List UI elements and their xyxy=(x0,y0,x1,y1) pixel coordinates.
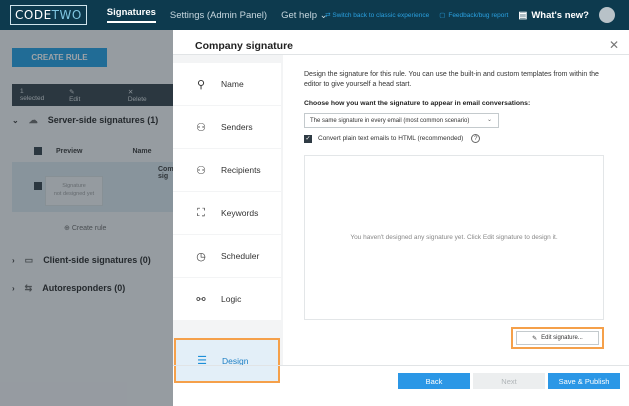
news-icon: ▤ xyxy=(518,9,528,21)
convert-html-row: ✓ Convert plain text emails to HTML (rec… xyxy=(304,134,481,143)
step-logic-label: Logic xyxy=(221,294,242,304)
feedback-icon: ▢ xyxy=(439,12,446,19)
design-description: Design the signature for this rule. You … xyxy=(304,71,599,88)
next-button[interactable]: Next xyxy=(473,373,545,389)
step-name-label: Name xyxy=(221,79,244,89)
whats-new-button[interactable]: ▤ What's new? xyxy=(518,10,589,21)
step-logic[interactable]: ⚯ Logic xyxy=(173,278,281,320)
recipients-icon: ⚇ xyxy=(196,164,206,177)
select-value: The same signature in every email (most … xyxy=(310,117,470,124)
step-design[interactable]: ☰ Design xyxy=(174,338,280,383)
signature-mode-select[interactable]: The same signature in every email (most … xyxy=(304,113,499,128)
save-publish-button[interactable]: Save & Publish xyxy=(548,373,620,389)
codetwo-logo[interactable]: CODE TWO xyxy=(10,5,87,25)
chevron-down-icon: ⌄ xyxy=(486,117,492,123)
help-icon[interactable]: ? xyxy=(471,134,481,143)
wizard-steps: ⚲ Name ⚇ Senders ⚇ Recipients ⛶ Keywords… xyxy=(173,55,283,383)
step-name[interactable]: ⚲ Name xyxy=(173,63,281,105)
step-senders-label: Senders xyxy=(221,122,253,132)
footer-divider xyxy=(173,365,629,366)
nav-signatures[interactable]: Signatures xyxy=(107,7,156,23)
pencil-icon: ✎ xyxy=(532,335,538,342)
signature-preview: You haven't designed any signature yet. … xyxy=(304,155,604,320)
nav-get-help-label: Get help xyxy=(281,9,317,21)
edit-signature-label: Edit signature... xyxy=(541,335,583,341)
step-recipients[interactable]: ⚇ Recipients xyxy=(173,149,281,191)
edit-signature-highlight: ✎ Edit signature... xyxy=(511,327,604,349)
step-keywords[interactable]: ⛶ Keywords xyxy=(173,192,281,234)
logo-two: TWO xyxy=(51,8,82,22)
convert-html-label: Convert plain text emails to HTML (recom… xyxy=(318,135,464,142)
feedback-label: Feedback/bug report xyxy=(448,11,509,19)
switch-classic-label: Switch back to classic experience xyxy=(332,12,430,19)
logic-icon: ⚯ xyxy=(196,293,206,306)
modal-title: Company signature xyxy=(195,40,294,52)
empty-message: You haven't designed any signature yet. … xyxy=(350,234,558,241)
top-bar: CODE TWO Signatures Settings (Admin Panel… xyxy=(0,0,629,30)
back-button[interactable]: Back xyxy=(398,373,470,389)
step-design-label: Design xyxy=(222,355,249,366)
step-scheduler[interactable]: ◷ Scheduler xyxy=(173,235,281,277)
nav-get-help[interactable]: Get help ⌄ xyxy=(281,10,328,21)
clock-icon: ◷ xyxy=(196,250,206,263)
design-panel: Design the signature for this rule. You … xyxy=(304,70,604,349)
nav-settings[interactable]: Settings (Admin Panel) xyxy=(170,10,267,21)
avatar[interactable] xyxy=(599,7,615,23)
logo-code: CODE xyxy=(15,8,52,22)
whats-new-label: What's new? xyxy=(531,9,589,21)
step-scheduler-label: Scheduler xyxy=(221,251,260,261)
step-keywords-label: Keywords xyxy=(221,208,259,218)
keywords-icon: ⛶ xyxy=(197,206,205,219)
step-senders[interactable]: ⚇ Senders xyxy=(173,106,281,148)
feedback-link[interactable]: ▢ Feedback/bug report xyxy=(439,11,509,20)
step-recipients-label: Recipients xyxy=(221,165,261,175)
switch-classic-link[interactable]: ⇄ Switch back to classic experience xyxy=(325,11,429,19)
edit-signature-button[interactable]: ✎ Edit signature... xyxy=(516,331,599,345)
close-icon[interactable]: ✕ xyxy=(609,38,619,52)
convert-html-checkbox[interactable]: ✓ xyxy=(304,134,312,143)
rule-wizard-modal: Company signature ✕ ⚲ Name ⚇ Senders ⚇ R… xyxy=(173,30,629,406)
senders-icon: ⚇ xyxy=(196,121,206,134)
choose-label: Choose how you want the signature to app… xyxy=(304,100,531,107)
signpost-icon: ⚲ xyxy=(196,78,206,91)
